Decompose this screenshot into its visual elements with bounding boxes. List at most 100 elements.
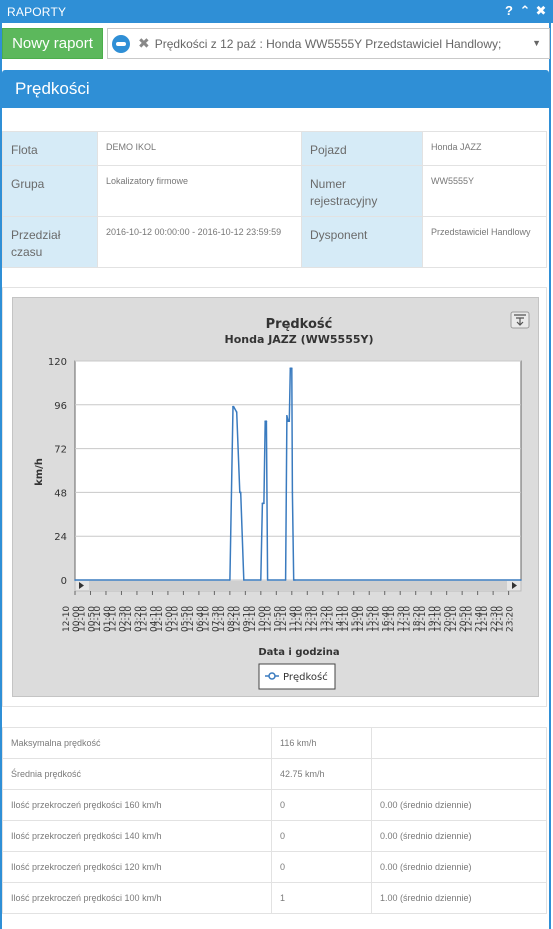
car-icon <box>112 34 130 53</box>
window-titlebar: RAPORTY ? ⌃ ✖ <box>0 0 553 23</box>
flota-value: DEMO IKOL <box>97 131 302 166</box>
stats-value: 1 <box>271 882 372 914</box>
pojazd-value: Honda JAZZ <box>422 131 547 166</box>
collapse-icon[interactable]: ⌃ <box>519 3 531 19</box>
x-tick-label-minor: 12-1005:50 <box>170 606 190 632</box>
stats-extra: 1.00 (średnio dziennie) <box>371 882 547 914</box>
chevron-down-icon[interactable]: ▼ <box>532 38 541 48</box>
remove-selection-icon[interactable]: ✖ <box>138 35 150 52</box>
data-point <box>261 502 264 505</box>
data-point <box>239 491 242 494</box>
numer-label: Numer rejestracyjny <box>301 165 423 217</box>
stats-row: Średnia prędkość 42.75 km/h <box>2 758 547 790</box>
stats-table: Maksymalna prędkość 116 km/h Średnia prędk… <box>2 727 547 914</box>
window-controls: ? ⌃ ✖ <box>503 3 547 19</box>
new-report-button[interactable]: Nowy raport <box>2 28 103 59</box>
stats-value: 42.75 km/h <box>271 758 372 790</box>
x-tick-label-minor: 12-1012:30 <box>294 606 314 632</box>
stats-label: Średnia prędkość <box>2 758 272 790</box>
report-toolbar: Nowy raport ✖ Prędkości z 12 paź : Honda… <box>2 26 550 62</box>
speed-chart: Prędkość Honda JAZZ (WW5555Y) km/h Data … <box>34 311 530 690</box>
report-selector[interactable]: ✖ Prędkości z 12 paź : Honda WW5555Y Prz… <box>107 28 550 59</box>
y-tick-label: 0 <box>61 576 67 587</box>
export-menu-button[interactable] <box>510 311 530 329</box>
stats-extra: 0.00 (średnio dziennie) <box>371 851 547 883</box>
x-axis-title: Data i godzina <box>258 647 339 658</box>
x-tick-label-minor: 12-1017:30 <box>387 606 407 632</box>
panel-title: Prędkości <box>15 79 90 98</box>
data-point <box>520 579 522 581</box>
przedzial-label: Przedział czasu <box>2 216 98 268</box>
legend-marker-icon <box>268 672 276 680</box>
x-tick-label-minor: 12-1002:30 <box>108 606 128 632</box>
legend-series-name: Prędkość <box>283 671 328 683</box>
stats-row: Ilość przekroczeń prędkości 160 km/h 0 0.0… <box>2 789 547 821</box>
x-tick-label-minor: 12-1015:50 <box>356 606 376 632</box>
data-point <box>265 420 268 423</box>
stats-label: Maksymalna prędkość <box>2 727 272 759</box>
x-tick-label-minor: 12-1020:50 <box>449 606 469 632</box>
stats-row: Maksymalna prędkość 116 km/h <box>2 727 547 759</box>
stats-value: 0 <box>271 789 372 821</box>
stats-extra <box>371 758 547 790</box>
stats-extra: 0.00 (średnio dziennie) <box>371 820 547 852</box>
stats-label: Ilość przekroczeń prędkości 140 km/h <box>2 820 272 852</box>
x-tick-label-minor: 12-1004:10 <box>139 606 159 632</box>
report-selector-value: Prędkości z 12 paź : Honda WW5555Y Przed… <box>154 36 502 51</box>
chart-scrollbar[interactable] <box>74 579 522 592</box>
data-point <box>242 579 245 581</box>
data-point <box>289 367 292 370</box>
y-tick-label: 72 <box>54 445 67 456</box>
data-point <box>291 491 294 494</box>
stats-row: Ilość przekroczeń prędkości 100 km/h 1 1.0… <box>2 882 547 914</box>
stats-row: Ilość przekroczeń prędkości 120 km/h 0 0.0… <box>2 851 547 883</box>
chart-subtitle: Honda JAZZ (WW5555Y) <box>224 333 373 346</box>
numer-value: WW5555Y <box>422 165 547 217</box>
y-tick-label: 24 <box>54 532 67 543</box>
y-axis-title: km/h <box>34 458 45 486</box>
data-point <box>266 579 269 581</box>
x-tick-label-minor: 12-1010:50 <box>263 606 283 632</box>
dysponent-value: Przedstawiciel Handlowy <box>422 216 547 268</box>
x-tick-label-minor: 12-1019:10 <box>418 606 438 632</box>
data-point <box>288 420 291 423</box>
stats-extra <box>371 727 547 759</box>
stats-value: 0 <box>271 851 372 883</box>
flota-label: Flota <box>2 131 98 166</box>
grupa-value: Lokalizatory firmowe <box>97 165 302 217</box>
data-point <box>286 414 288 417</box>
stats-row: Ilość przekroczeń prędkości 140 km/h 0 0.0… <box>2 820 547 852</box>
report-info-table: Flota DEMO IKOL Pojazd Honda JAZZ Grupa … <box>2 131 547 268</box>
dysponent-label: Dysponent <box>301 216 423 268</box>
data-point <box>235 411 238 413</box>
panel-header: Prędkości <box>2 70 549 108</box>
stats-value: 116 km/h <box>271 727 372 759</box>
data-point <box>260 579 262 581</box>
data-point <box>232 405 235 408</box>
close-icon[interactable]: ✖ <box>535 3 547 19</box>
x-tick-label-minor: 12-1022:30 <box>480 606 500 632</box>
grupa-label: Grupa <box>2 165 98 217</box>
chart-title: Prędkość <box>266 317 333 332</box>
x-tick-label-minor: 12-1000:50 <box>77 606 97 632</box>
data-point <box>284 579 287 581</box>
przedzial-value: 2016-10-12 00:00:00 - 2016-10-12 23:59:5… <box>97 216 302 268</box>
y-tick-label: 48 <box>54 488 67 499</box>
stats-label: Ilość przekroczeń prędkości 120 km/h <box>2 851 272 883</box>
window-border-right <box>549 23 551 929</box>
stats-label: Ilość przekroczeń prędkości 160 km/h <box>2 789 272 821</box>
stats-extra: 0.00 (średnio dziennie) <box>371 789 547 821</box>
plot-area <box>74 360 522 581</box>
help-icon[interactable]: ? <box>503 3 515 19</box>
y-tick-label: 120 <box>48 357 67 368</box>
data-point <box>229 579 231 581</box>
data-point <box>291 367 293 370</box>
data-point <box>74 579 76 581</box>
chart-legend[interactable]: Prędkość <box>258 663 336 690</box>
stats-value: 0 <box>271 820 372 852</box>
x-tick-label-minor: 12-1009:10 <box>232 606 252 632</box>
data-point <box>294 579 296 581</box>
x-tick-label-minor: 12-1007:30 <box>201 606 221 632</box>
data-point <box>263 502 265 505</box>
stats-label: Ilość przekroczeń prędkości 100 km/h <box>2 882 272 914</box>
